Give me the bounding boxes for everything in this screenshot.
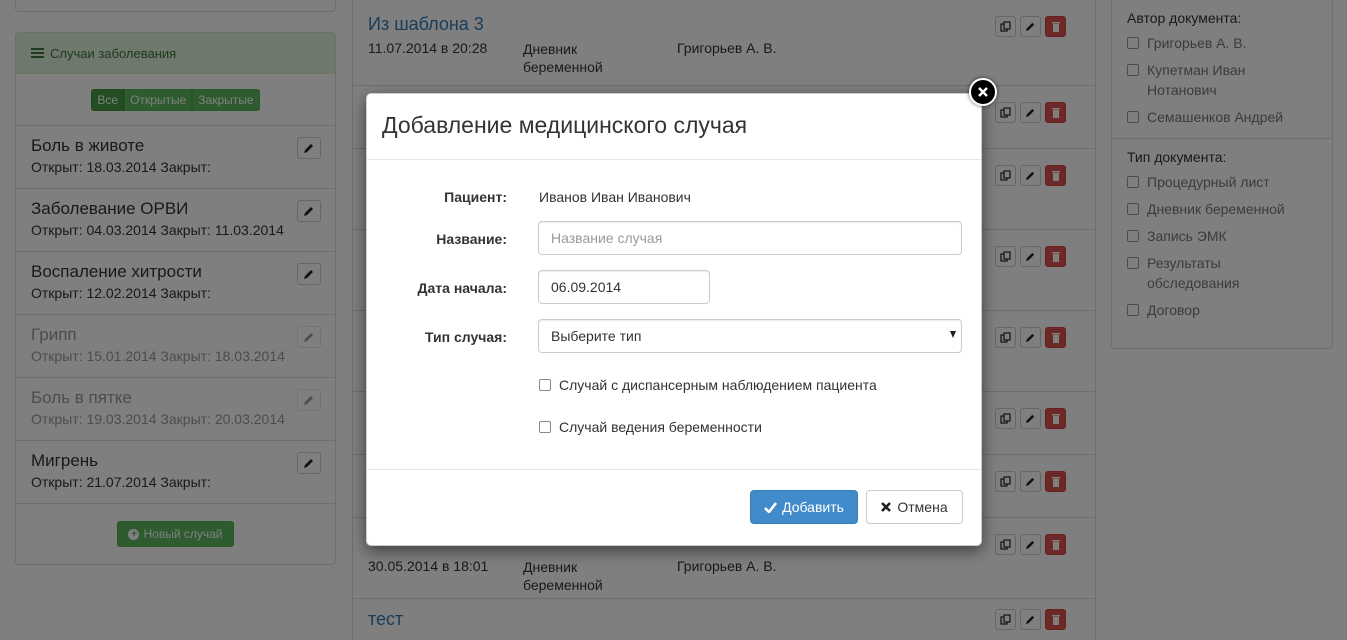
pregnancy-checkbox-row[interactable]: Случай ведения беременности (539, 419, 762, 435)
check-icon (764, 501, 778, 513)
caret-down-icon (950, 331, 956, 338)
start-date-label: Дата начала: (417, 280, 507, 296)
case-name-input[interactable]: Название случая (538, 221, 962, 255)
case-type-value: Выберите тип (551, 328, 642, 344)
case-type-select[interactable]: Выберите тип (538, 319, 962, 353)
case-type-label: Тип случая: (425, 329, 507, 345)
times-icon (881, 502, 892, 512)
modal-header: Добавление медицинского случая (367, 94, 981, 160)
modal-footer: Добавить Отмена (367, 469, 981, 545)
add-button-label: Добавить (782, 499, 844, 515)
close-icon (978, 87, 988, 97)
pregnancy-checkbox-label: Случай ведения беременности (559, 419, 762, 435)
add-button[interactable]: Добавить (750, 490, 858, 524)
dispensary-checkbox[interactable] (539, 379, 551, 391)
dispensary-checkbox-label: Случай с диспансерным наблюдением пациен… (559, 377, 877, 393)
cancel-button-label: Отмена (897, 499, 948, 515)
patient-value: Иванов Иван Иванович (539, 189, 691, 205)
start-date-input[interactable]: 06.09.2014 (538, 270, 710, 304)
add-case-modal: Добавление медицинского случая Пациент: … (366, 93, 982, 546)
dispensary-checkbox-row[interactable]: Случай с диспансерным наблюдением пациен… (539, 377, 877, 393)
patient-label: Пациент: (444, 189, 507, 205)
name-label: Название: (436, 231, 507, 247)
cancel-button[interactable]: Отмена (866, 490, 963, 524)
modal-close-button[interactable] (969, 78, 997, 106)
modal-title: Добавление медицинского случая (382, 112, 748, 138)
pregnancy-checkbox[interactable] (539, 421, 551, 433)
